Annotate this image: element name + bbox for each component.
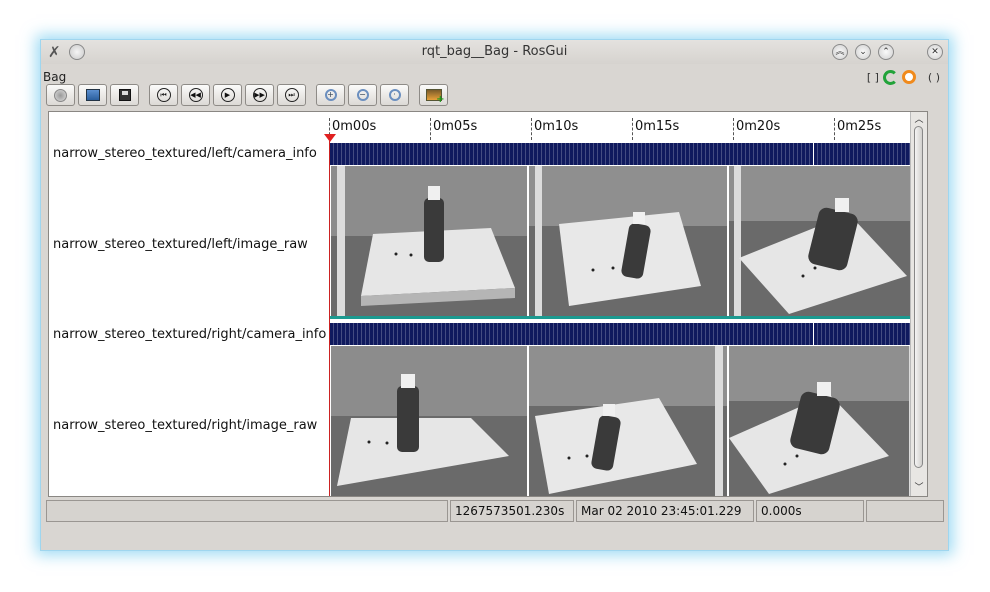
bottle-scene-image [529, 166, 727, 316]
bag-toolbar: ⏮ ◀◀ ▶ ▶▶ ⏭ + − · [46, 84, 448, 106]
status-elapsed: 0.000s [756, 500, 864, 522]
thumbnails-button[interactable] [419, 84, 448, 106]
chevron-up-icon: ⌃ [882, 47, 890, 57]
begin-icon: ⏮ [156, 88, 171, 102]
rqt-bag-window: ✗ rqt_bag__Bag - RosGui ︽ ⌄ ⌃ ✕ Bag [ ] … [40, 39, 949, 551]
status-stamp: 1267573501.230s [450, 500, 574, 522]
zoom-in-button[interactable]: + [316, 84, 345, 106]
status-bar: 1267573501.230s Mar 02 2010 23:45:01.229… [46, 500, 944, 522]
fastforward-button[interactable]: ▶▶ [245, 84, 274, 106]
rewind-button[interactable]: ◀◀ [181, 84, 210, 106]
zoom-out-icon: − [356, 89, 369, 101]
window-title: rqt_bag__Bag - RosGui [421, 44, 568, 59]
play-icon: ▶ [220, 88, 235, 102]
zoom-in-icon: + [324, 89, 337, 101]
status-extra [866, 500, 944, 522]
bottle-scene-image [529, 346, 727, 496]
playhead-line [329, 140, 330, 496]
dock-toggle-icon[interactable]: [ ] [867, 71, 879, 84]
close-button[interactable]: ✕ [927, 44, 943, 60]
open-button[interactable] [78, 84, 107, 106]
end-icon: ⏭ [284, 88, 299, 102]
zoom-out-button[interactable]: − [348, 84, 377, 106]
save-button[interactable] [110, 84, 139, 106]
topic-label-right-image-raw[interactable]: narrow_stereo_textured/right/image_raw [53, 418, 317, 433]
vertical-scrollbar[interactable]: ︿ ﹀ [910, 112, 927, 496]
selection-separator [329, 316, 927, 319]
bottle-scene-image [729, 346, 927, 496]
keep-above-button[interactable]: ︽ [832, 44, 848, 60]
plugin-controls: [ ] ( ) [867, 68, 940, 86]
fastforward-icon: ▶▶ [252, 88, 267, 102]
help-icon[interactable] [901, 70, 916, 84]
play-button[interactable]: ▶ [213, 84, 242, 106]
image-thumbnail[interactable] [729, 166, 927, 316]
image-thumbnail[interactable] [729, 346, 927, 496]
thumbnails-icon [425, 89, 445, 105]
record-button[interactable] [46, 84, 75, 106]
scroll-up-icon[interactable]: ︿ [911, 114, 927, 126]
close-icon: ✕ [931, 47, 939, 57]
plugin-title: Bag [43, 70, 67, 84]
bag-timeline-panel: narrow_stereo_textured/left/camera_info … [48, 111, 928, 497]
bottle-scene-image [331, 166, 527, 316]
status-date: Mar 02 2010 23:45:01.229 [576, 500, 754, 522]
topic-label-left-camera-info[interactable]: narrow_stereo_textured/left/camera_info [53, 146, 317, 161]
tick-label: 0m05s [433, 119, 478, 134]
save-icon [118, 89, 131, 101]
zoom-reset-button[interactable]: · [380, 84, 409, 106]
double-chevron-up-icon: ︽ [835, 47, 845, 57]
minimize-button[interactable]: ⌄ [855, 44, 871, 60]
message-bar-right-camera-info[interactable] [329, 323, 927, 345]
record-icon [54, 88, 67, 102]
reload-icon[interactable] [882, 69, 898, 85]
image-thumbnail[interactable] [331, 346, 527, 496]
status-progress [46, 500, 448, 522]
scrollbar-thumb[interactable] [914, 126, 923, 468]
bottle-scene-image [729, 166, 927, 316]
chevron-down-icon: ⌄ [859, 47, 867, 57]
plugin-close-icon[interactable]: ( ) [928, 71, 940, 84]
topic-label-left-image-raw[interactable]: narrow_stereo_textured/left/image_raw [53, 237, 308, 252]
timeline-area[interactable]: 0m00s 0m05s 0m10s 0m15s 0m20s 0m25s [324, 112, 927, 496]
image-thumbnail[interactable] [331, 166, 527, 316]
tick-label: 0m10s [534, 119, 579, 134]
time-ruler[interactable]: 0m00s 0m05s 0m10s 0m15s 0m20s 0m25s [329, 112, 927, 142]
topic-label-right-camera-info[interactable]: narrow_stereo_textured/right/camera_info [53, 327, 326, 342]
tick-label: 0m25s [837, 119, 882, 134]
open-icon [85, 89, 100, 101]
image-thumbnail[interactable] [529, 166, 727, 316]
zoom-reset-icon: · [388, 89, 401, 101]
scroll-down-icon[interactable]: ﹀ [911, 482, 927, 494]
tick-label: 0m00s [332, 119, 377, 134]
title-bar[interactable]: ✗ rqt_bag__Bag - RosGui ︽ ⌄ ⌃ ✕ [41, 40, 948, 64]
begin-button[interactable]: ⏮ [149, 84, 178, 106]
rewind-icon: ◀◀ [188, 88, 203, 102]
playhead-marker[interactable] [324, 134, 336, 142]
maximize-button[interactable]: ⌃ [878, 44, 894, 60]
bottle-scene-image [331, 346, 527, 496]
image-thumbnail[interactable] [529, 346, 727, 496]
tick-label: 0m15s [635, 119, 680, 134]
tick-label: 0m20s [736, 119, 781, 134]
message-bar-left-camera-info[interactable] [329, 143, 927, 165]
end-button[interactable]: ⏭ [277, 84, 306, 106]
